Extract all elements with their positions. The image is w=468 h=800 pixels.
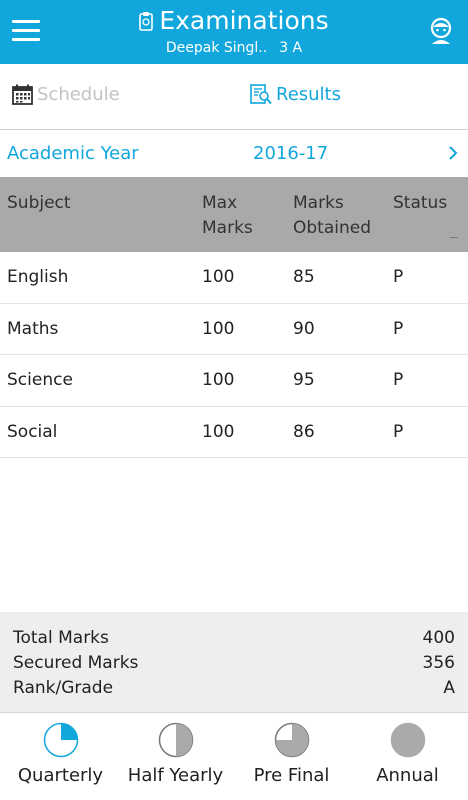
tab-results[interactable]: Results [250,84,341,105]
total-marks-label: Total Marks [13,628,109,648]
page-title: Examinations [159,6,329,35]
secured-marks-value: 356 [422,653,455,673]
header-title-block: Examinations Deepak Singl.. 3 A [0,6,468,58]
nav-quarterly[interactable]: Quarterly [2,713,119,800]
pie-fill-slice [176,723,193,757]
cell-status: P [393,370,404,390]
half-pie-icon [158,722,194,758]
nav-annual-label: Annual [376,765,439,786]
cell-subject: Science [7,370,73,390]
nav-annual[interactable]: Annual [349,713,466,800]
summary-rank-grade: Rank/Grade A [13,678,455,698]
student-class: 3 A [279,40,303,56]
clipboard-icon [139,12,154,31]
cell-marks-obtained: 86 [293,421,315,442]
student-avatar-icon[interactable] [426,16,456,46]
nav-pre-final-label: Pre Final [253,765,330,786]
nav-half-yearly[interactable]: Half Yearly [117,713,234,800]
full-pie-icon [390,722,426,758]
three-quarter-pie-icon [274,722,310,758]
report-search-icon [250,84,272,105]
secured-marks-label: Secured Marks [13,653,139,673]
nav-quarterly-label: Quarterly [17,765,104,786]
pie-fill-slice [61,723,78,740]
cell-marks-obtained: 95 [293,370,315,390]
cell-marks-obtained: 90 [293,318,315,339]
rank-grade-label: Rank/Grade [13,678,114,698]
nav-pre-final[interactable]: Pre Final [233,713,350,800]
cell-max-marks: 100 [202,318,235,339]
results-table-header: Subject Max Marks Marks Obtained Status [0,177,468,252]
cell-status: P [393,421,404,442]
column-header-status: Status [393,193,448,213]
title-row: Examinations [139,6,329,36]
tab-schedule[interactable]: Schedule [12,84,120,105]
academic-year-selector[interactable]: Academic Year 2016-17 [0,131,468,177]
cell-max-marks: 100 [202,267,235,287]
calendar-icon [12,84,33,105]
summary-total-marks: Total Marks 400 [13,628,455,648]
resize-handle [450,237,458,238]
nav-half-yearly-label: Half Yearly [127,765,224,786]
student-info: Deepak Singl.. 3 A [0,38,468,58]
cell-subject: Social [7,421,58,442]
quarter-pie-icon [43,722,79,758]
cell-status: P [393,318,404,339]
table-row: Maths 100 90 P [0,304,468,355]
total-marks-value: 400 [422,628,455,648]
cell-subject: Maths [7,318,59,339]
academic-year-label: Academic Year [7,143,139,164]
marks-summary: Total Marks 400 Secured Marks 356 Rank/G… [0,612,468,712]
cell-max-marks: 100 [202,421,235,442]
tab-schedule-label: Schedule [37,84,120,105]
rank-grade-value: A [443,678,455,698]
academic-year-value: 2016-17 [253,143,329,164]
chevron-right-icon[interactable] [448,145,458,161]
cell-max-marks: 100 [202,370,235,390]
table-row: Science 100 95 P [0,355,468,407]
column-header-marks-obtained: Marks Obtained [293,193,372,238]
student-name: Deepak Singl.. [165,40,268,56]
table-row: English 100 85 P [0,252,468,304]
column-header-max-marks: Max Marks [202,193,253,238]
table-row: Social 100 86 P [0,407,468,458]
exam-term-nav: Quarterly Half Yearly Pre Final Annual [0,712,468,800]
summary-secured-marks: Secured Marks 356 [13,653,455,673]
results-table-body: English 100 85 P Maths 100 90 P Science … [0,252,468,458]
cell-marks-obtained: 85 [293,267,315,287]
tab-results-label: Results [276,84,341,105]
exam-tabs: Schedule Results [0,64,468,130]
app-header: Examinations Deepak Singl.. 3 A [0,0,468,64]
column-header-subject: Subject [7,193,71,213]
cell-status: P [393,267,404,287]
cell-subject: English [7,267,69,287]
